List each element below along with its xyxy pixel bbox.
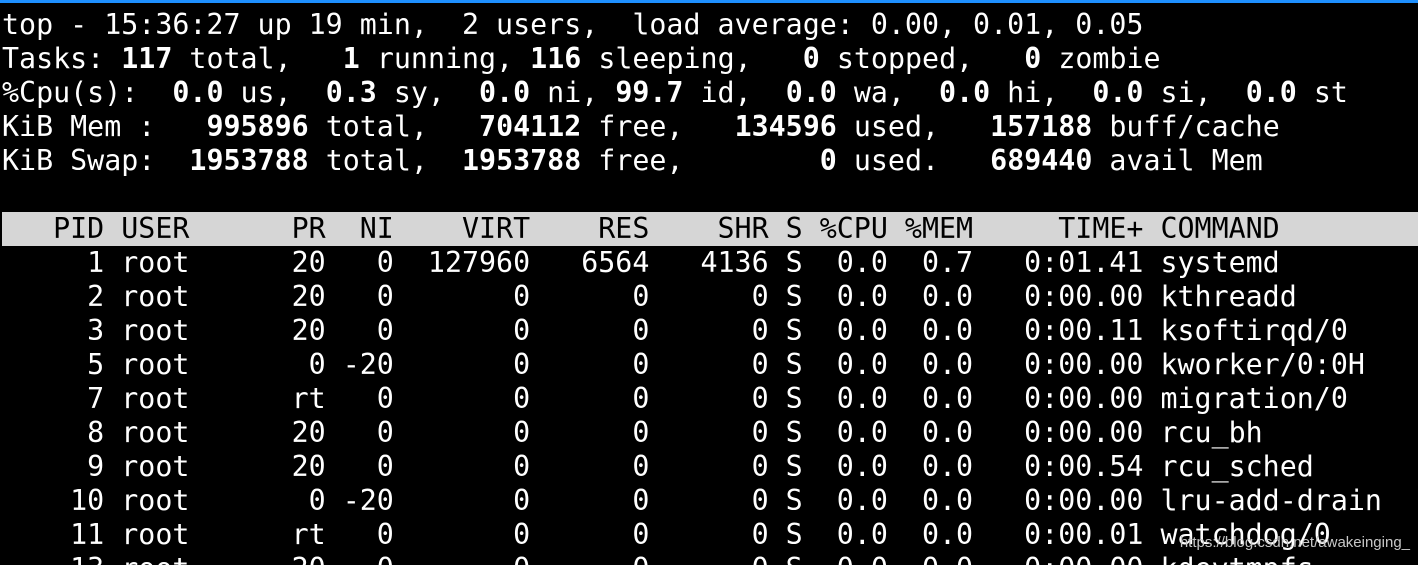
mem-free-label: free, [581,110,735,143]
tasks-sleeping: 116 [530,42,582,75]
tasks-running-label: running, [359,42,531,75]
mem-used-label: used, [836,110,991,143]
process-row: 2 root 20 0 0 0 0 S 0.0 0.0 0:00.00 kthr… [2,280,1297,313]
swap-total: 1953788 [189,144,309,177]
tasks-running: 1 [342,42,360,75]
cpu-si: 0.0 [1092,76,1144,109]
process-row: 5 root 0 -20 0 0 0 S 0.0 0.0 0:00.00 kwo… [2,348,1365,381]
cpu-line: %Cpu(s): 0.0 us, 0.3 sy, 0.0 ni, 99.7 id… [2,76,1348,110]
process-row: 7 root rt 0 0 0 0 S 0.0 0.0 0:00.00 migr… [2,382,1348,415]
tasks-total: 117 [121,42,173,75]
cpu-id-label: id, [683,76,786,109]
process-table-header: PID USER PR NI VIRT RES SHR S %CPU %MEM … [2,212,1280,245]
cpu-wa-label: wa, [836,76,940,109]
cpu-si-label: si, [1143,76,1246,109]
mem-buff: 157188 [990,110,1093,143]
mem-total: 995896 [206,110,309,143]
mem-label: KiB Mem : [2,110,207,143]
mem-line: KiB Mem : 995896 total, 704112 free, 134… [2,110,1280,144]
process-row: 11 root rt 0 0 0 0 S 0.0 0.0 0:00.01 wat… [2,518,1331,551]
watermark: https://blog.csdn.net/awakeinging_ [1179,534,1410,551]
swap-used: 0 [819,144,837,177]
cpu-wa: 0.0 [785,76,837,109]
process-row: 10 root 0 -20 0 0 0 S 0.0 0.0 0:00.00 lr… [2,484,1382,517]
mem-used: 134596 [734,110,837,143]
mem-total-label: total, [308,110,480,143]
process-row: 1 root 20 0 127960 6564 4136 S 0.0 0.7 0… [2,246,1280,279]
swap-label: KiB Swap: [2,144,190,177]
swap-free: 1953788 [462,144,582,177]
cpu-st: 0.0 [1245,76,1297,109]
cpu-st-label: st [1296,76,1348,109]
tasks-line: Tasks: 117 total, 1 running, 116 sleepin… [2,42,1161,76]
tasks-zombie: 0 [1024,42,1042,75]
tasks-stopped-label: stopped, [819,42,1025,75]
process-row: 3 root 20 0 0 0 0 S 0.0 0.0 0:00.11 ksof… [2,314,1348,347]
process-row: 9 root 20 0 0 0 0 S 0.0 0.0 0:00.54 rcu_… [2,450,1314,483]
cpu-ni-label: ni, [530,76,616,109]
tasks-zombie-label: zombie [1041,42,1161,75]
cpu-us: 0.0 [172,76,224,109]
tasks-sleeping-label: sleeping, [581,42,803,75]
swap-avail: 689440 [990,144,1093,177]
cpu-hi: 0.0 [939,76,991,109]
swap-avail-label: avail Mem [1092,144,1263,177]
tasks-stopped: 0 [802,42,820,75]
cpu-us-label: us, [223,76,326,109]
mem-buff-label: buff/cache [1092,110,1280,143]
window-top-accent [0,0,1418,3]
process-row: 8 root 20 0 0 0 0 S 0.0 0.0 0:00.00 rcu_… [2,416,1263,449]
cpu-hi-label: hi, [990,76,1093,109]
uptime-line: top - 15:36:27 up 19 min, 2 users, load … [2,8,1144,41]
cpu-id: 99.7 [615,76,684,109]
cpu-sy: 0.3 [325,76,377,109]
swap-total-label: total, [308,144,462,177]
swap-free-label: free, [581,144,820,177]
cpu-sy-label: sy, [376,76,480,109]
tasks-total-label: total, [172,42,343,75]
tasks-label: Tasks: [2,42,122,75]
swap-line: KiB Swap: 1953788 total, 1953788 free, 0… [2,144,1263,178]
process-row: 13 root 20 0 0 0 0 S 0.0 0.0 0:00.00 kde… [2,552,1314,565]
cpu-ni: 0.0 [479,76,531,109]
swap-used-label: used. [836,144,991,177]
mem-free: 704112 [479,110,582,143]
cpu-label: %Cpu(s): [2,76,173,109]
